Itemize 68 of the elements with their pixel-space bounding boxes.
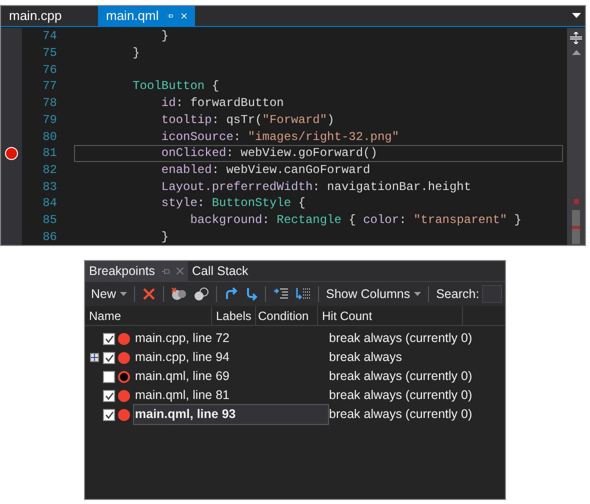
redo-arrow-icon[interactable] [224,287,238,301]
code-line: tooltip: qsTr("Forward") [160,112,334,129]
line-number: 74 [42,28,57,46]
close-icon[interactable] [180,10,187,21]
dropdown-icon[interactable] [572,13,581,18]
code-line: Layout.preferredWidth: navigationBar.height [160,178,472,196]
expand-icon[interactable] [90,353,98,362]
code-line: enabled: webView.canGoForward [160,162,370,179]
checkbox[interactable] [103,370,115,382]
code-line: id: forwardButton [160,95,284,112]
code-line: onClicked: webView.goForward() [160,145,378,162]
toggle-icon[interactable] [193,287,210,301]
scrollbar[interactable] [567,28,585,245]
column-header[interactable]: Condition [256,306,318,325]
breakpoint-name[interactable]: main.cpp, line 94 [133,347,329,368]
import-icon[interactable] [273,287,290,301]
line-number: 80 [42,128,57,146]
delete-icon[interactable] [142,287,156,301]
line-number: 81 [42,145,57,162]
split-icon[interactable] [570,32,582,44]
show-columns-button[interactable]: Show Columns [323,284,424,304]
hit-count: break always (currently 0) [329,330,472,348]
line-number: 83 [42,178,57,196]
panel-tab[interactable]: Call Stack [188,261,252,281]
checkbox[interactable] [103,408,115,420]
scroll-marker [574,199,578,204]
line-number: 76 [42,62,57,79]
hook-arrow-icon[interactable] [244,287,258,301]
column-header[interactable]: Labels [212,306,256,325]
hit-count: break always (currently 0) [329,387,472,404]
line-number: 84 [42,195,57,212]
code-line: background: Rectangle { color: "transparent" } [189,212,522,229]
code-line: } [132,45,140,62]
code-line: iconSource: "images/right-32.png" [160,128,400,146]
line-number: 77 [42,78,57,96]
code-line: style: ButtonStyle { [160,195,306,212]
breakpoint-icon[interactable] [5,146,18,160]
editor-tab[interactable]: main.qml [98,6,195,26]
editor-tab[interactable]: main.cpp [1,6,98,26]
line-number: 75 [42,45,57,62]
caret-icon [120,292,128,296]
line-number: 85 [42,212,57,229]
line-number: 79 [42,112,57,129]
breakpoint-name[interactable]: main.cpp, line 72 [133,328,329,349]
checkbox[interactable] [103,332,115,344]
code-line: } [160,228,169,246]
column-header[interactable]: Hit Count [318,306,463,325]
delete-all-icon[interactable] [171,287,188,301]
hit-count: break always (currently 0) [329,368,472,386]
code-line: ToolButton { [132,78,220,96]
export-icon[interactable] [295,287,312,301]
hit-count: break always (currently 0) [329,406,472,424]
column-header[interactable]: Name [85,306,212,325]
new-button[interactable]: New [88,284,130,304]
breakpoint-name[interactable]: main.qml, line 81 [133,385,329,406]
line-number: 86 [42,228,57,246]
hit-count: break always [329,349,402,366]
checkbox[interactable] [103,390,115,402]
search-label: Search: [435,286,480,303]
checkbox[interactable] [103,352,115,364]
breakpoint-name[interactable]: main.qml, line 69 [133,366,329,387]
line-number: 82 [42,162,57,179]
breakpoint-name[interactable]: main.qml, line 93 [133,404,329,425]
line-number: 78 [42,95,57,112]
scroll-up-icon[interactable] [572,50,580,56]
caret-icon [414,292,422,296]
code-line: } [160,28,169,46]
scroll-thumb[interactable] [572,210,580,244]
